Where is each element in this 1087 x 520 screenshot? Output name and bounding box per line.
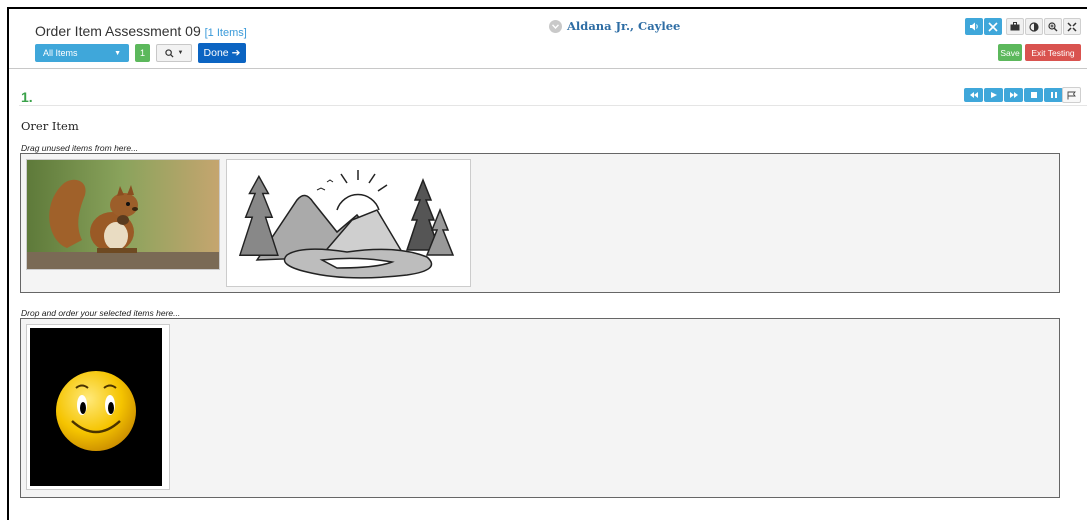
test-name: Order Item Assessment 09 [35,23,201,39]
question-number-button[interactable]: 1 [135,44,150,62]
fast-forward-icon[interactable] [1004,88,1023,102]
app-frame: Order Item Assessment 09 [1 Items] Aldan… [7,7,1087,520]
chevron-down-icon [549,19,562,33]
arrow-right-icon: ➔ [231,47,241,59]
stop-icon[interactable] [1024,88,1043,102]
done-label: Done [203,47,229,59]
play-icon[interactable] [984,88,1003,102]
divider [19,105,1087,106]
squirrel-image[interactable] [26,159,220,270]
student-menu[interactable]: Aldana Jr., Caylee [549,19,680,33]
save-button[interactable]: Save [998,44,1022,61]
mountain-landscape-image[interactable] [226,159,471,287]
question-number: 1. [21,89,33,105]
student-name: Aldana Jr., Caylee [567,19,681,33]
items-dropdown-label: All Items [43,48,78,58]
contrast-icon[interactable] [1025,18,1043,35]
pause-icon[interactable] [1044,88,1063,102]
zoom-icon[interactable] [1044,18,1062,35]
items-dropdown[interactable]: All Items ▼ [35,44,129,62]
smiley-face-image[interactable] [26,324,170,490]
source-drop-zone[interactable] [20,153,1060,293]
caret-down-icon: ▼ [177,50,184,56]
caret-down-icon: ▼ [114,49,121,57]
search-icon [164,48,174,58]
done-button[interactable]: Done ➔ [198,43,246,63]
header: Order Item Assessment 09 [1 Items] Aldan… [9,9,1087,69]
search-dropdown[interactable]: ▼ [156,44,192,62]
eliminator-icon[interactable] [984,18,1002,35]
fullscreen-icon[interactable] [1063,18,1081,35]
briefcase-icon[interactable] [1006,18,1024,35]
question-stem: Orer Item [21,119,79,133]
tools-toolbar [965,18,1081,35]
speaker-icon[interactable] [965,18,983,35]
tool-group-blue [965,18,1002,35]
target-zone-label: Drop and order your selected items here.… [21,308,181,318]
tool-group-light [1006,18,1081,35]
test-title: Order Item Assessment 09 [1 Items] [35,23,247,39]
item-count: [1 Items] [204,27,247,39]
exit-testing-button[interactable]: Exit Testing [1025,44,1081,61]
target-drop-zone[interactable] [20,318,1060,498]
flag-icon[interactable] [1062,87,1081,103]
rewind-icon[interactable] [964,88,983,102]
media-controls [964,88,1063,102]
source-zone-label: Drag unused items from here... [21,143,139,153]
actions-toolbar: Save Exit Testing [998,44,1081,61]
nav-row: All Items ▼ 1 ▼ Done ➔ [35,43,246,63]
